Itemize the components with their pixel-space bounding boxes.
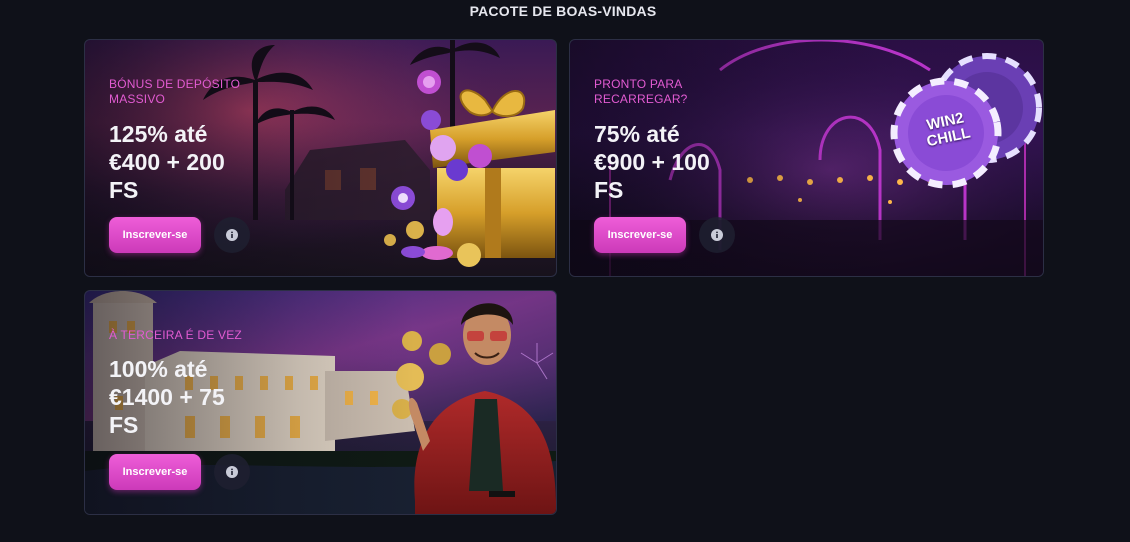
headline-line: 125% até [109,121,208,147]
promo-card-deposit-bonus[interactable]: BÓNUS DE DEPÓSITO MASSIVO 125% até €400 … [84,39,557,277]
info-icon [226,229,238,241]
headline-line: €900 + 100 [594,149,710,175]
headline-line: FS [594,177,624,203]
headline-line: €1400 + 75 [109,384,225,410]
promo-card-reload-bonus[interactable]: WIN2 CHILL PRONTO PARA RECARREGAR? 75% a… [569,39,1044,277]
headline-line: 75% até [594,121,680,147]
headline-line: FS [109,177,139,203]
info-button[interactable] [214,217,250,253]
signup-button[interactable]: Inscrever-se [109,217,201,253]
card-eyebrow: PRONTO PARA RECARREGAR? [594,77,688,106]
headline-line: €400 + 200 [109,149,225,175]
card-eyebrow: BÓNUS DE DEPÓSITO MASSIVO [109,77,241,106]
signup-button[interactable]: Inscrever-se [594,217,686,253]
signup-button[interactable]: Inscrever-se [109,454,201,490]
card-headline: 75% até €900 + 100 FS [594,120,710,204]
info-icon [711,229,723,241]
headline-line: FS [109,412,139,438]
section-title: PACOTE DE BOAS-VINDAS [469,3,657,19]
info-icon [226,466,238,478]
promo-card-third-deposit[interactable]: À TERCEIRA É DE VEZ 100% até €1400 + 75 … [84,290,557,515]
card-eyebrow: À TERCEIRA É DE VEZ [109,328,242,342]
info-button[interactable] [214,454,250,490]
card-headline: 125% até €400 + 200 FS [109,120,225,204]
card-headline: 100% até €1400 + 75 FS [109,355,225,439]
info-button[interactable] [699,217,735,253]
headline-line: 100% até [109,356,208,382]
